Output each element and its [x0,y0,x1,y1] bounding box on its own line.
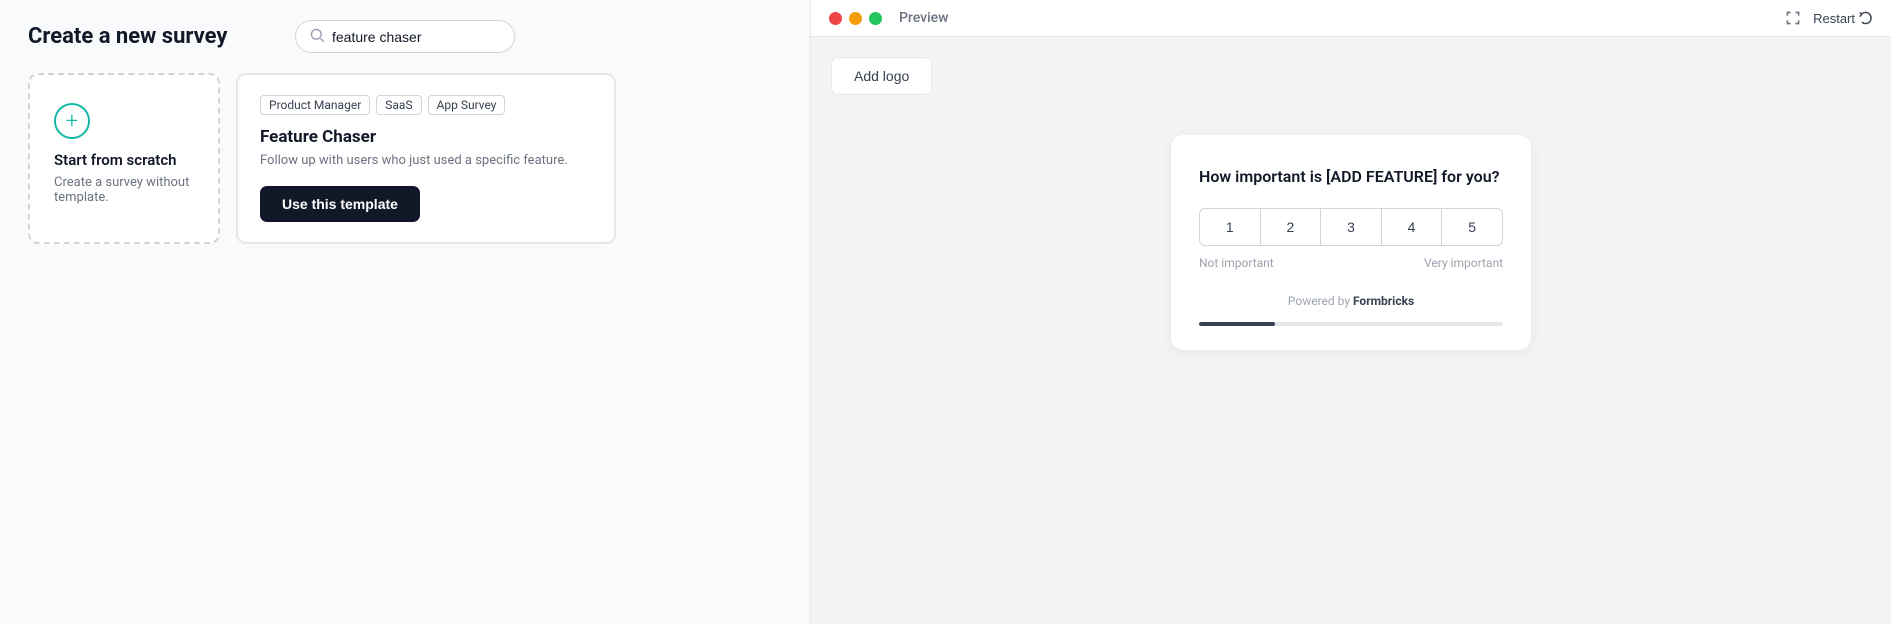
plus-icon: + [54,103,90,139]
progress-bar-fill [1199,322,1275,326]
preview-label: Preview [899,10,949,26]
add-logo-button[interactable]: Add logo [831,57,932,95]
survey-question-card: How important is [ADD FEATURE] for you? … [1171,135,1531,350]
scratch-from-scratch-card[interactable]: + Start from scratch Create a survey wit… [28,73,220,244]
feature-chaser-template-card: Product Manager SaaS App Survey Feature … [236,73,616,244]
scratch-card-title: Start from scratch [54,151,177,169]
survey-question-text: How important is [ADD FEATURE] for you? [1199,167,1503,186]
template-card-title: Feature Chaser [260,127,592,147]
rating-button-5[interactable]: 5 [1442,208,1503,246]
top-bar: Create a new survey [28,24,782,49]
window-controls: Preview [829,10,949,26]
rating-button-1[interactable]: 1 [1199,208,1261,246]
progress-bar [1199,322,1503,326]
left-panel: Create a new survey + Start from scratch… [0,0,810,624]
tag-product-manager: Product Manager [260,95,370,115]
template-card-description: Follow up with users who just used a spe… [260,153,592,168]
tag-saas: SaaS [376,95,421,115]
restart-label: Restart [1813,11,1855,26]
cards-row: + Start from scratch Create a survey wit… [28,73,782,244]
preview-header: Preview Restart [811,0,1891,37]
search-bar [295,20,515,53]
tags-row: Product Manager SaaS App Survey [260,95,592,115]
expand-icon-button[interactable] [1785,10,1801,26]
right-panel: Preview Restart Add logo [810,0,1891,624]
search-icon [310,27,324,46]
preview-content: Add logo How important is [ADD FEATURE] … [811,37,1891,624]
rating-labels: Not important Very important [1199,256,1503,270]
scratch-card-description: Create a survey without template. [54,175,194,205]
rating-button-3[interactable]: 3 [1321,208,1382,246]
search-input[interactable] [332,29,500,45]
rating-row: 1 2 3 4 5 [1199,208,1503,246]
rating-button-4[interactable]: 4 [1382,208,1443,246]
search-bar-container [295,20,515,53]
powered-by: Powered by Formbricks [1199,294,1503,308]
rating-label-high: Very important [1424,256,1503,270]
preview-actions: Restart [1785,10,1873,26]
use-template-button[interactable]: Use this template [260,186,420,222]
window-minimize-dot [849,12,862,25]
page-title: Create a new survey [28,24,227,49]
tag-app-survey: App Survey [428,95,506,115]
window-maximize-dot [869,12,882,25]
window-close-dot [829,12,842,25]
rating-label-low: Not important [1199,256,1274,270]
restart-button[interactable]: Restart [1813,11,1873,26]
rating-button-2[interactable]: 2 [1261,208,1322,246]
